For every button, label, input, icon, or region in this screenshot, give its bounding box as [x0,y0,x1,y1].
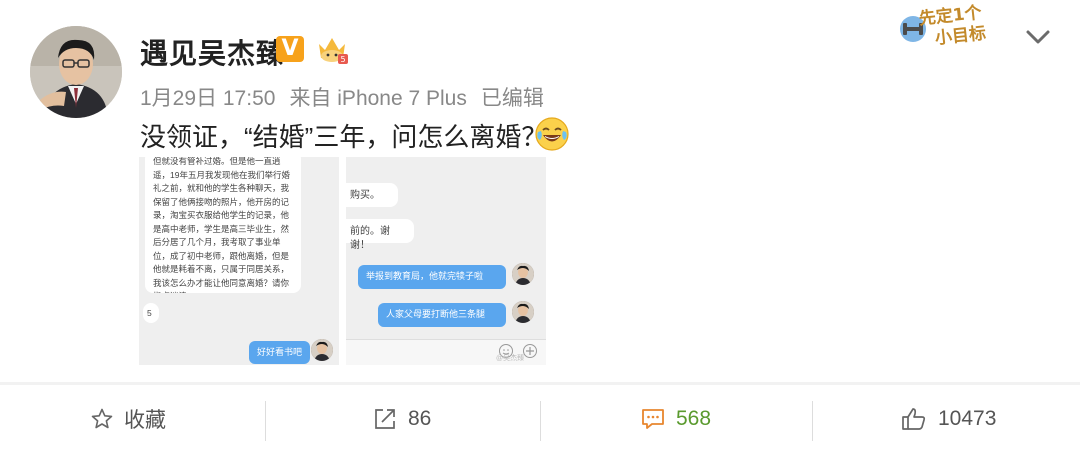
username[interactable]: 遇见吴杰臻 [140,32,285,72]
divider [540,401,541,441]
chat-avatar [512,301,534,323]
comment-count: 568 [676,406,712,430]
watermark: @吴杰臻 [496,355,525,362]
favorite-button[interactable]: 收藏 [90,385,166,452]
action-bar: 收藏 86 568 10473 [0,385,1080,452]
chat-reply-bubble: 好好看书吧 [249,341,311,364]
chevron-down-icon[interactable] [1024,26,1052,48]
divider [265,401,266,441]
laugh-cry-emoji-icon [535,117,569,151]
chat-screenshot-1[interactable]: 但就没有管补过婚。但是他一直逍遥，19年五月我发现他在我们举行婚礼之前，就和他的… [139,157,339,365]
member-crown-icon[interactable]: 5 [314,32,350,66]
like-count: 10473 [938,406,997,430]
post-text: 没领证，“结婚”三年，问怎么离婚？ [140,122,548,152]
post-time[interactable]: 1月29日 17:50 [140,87,275,110]
comment-button[interactable]: 568 [640,385,711,452]
chat-reply-1: 举报到教育局，他就完犊子啦 [358,265,506,289]
edited-label[interactable]: 已编辑 [481,87,544,110]
comment-icon [642,408,664,429]
verified-badge-icon: V [276,36,304,62]
goal-medal[interactable]: 先定1个 小目标 [898,3,998,54]
post-meta: 1月29日 17:50 来自 iPhone 7 Plus 已编辑 [140,82,558,112]
plus-icon [523,344,537,358]
divider [812,401,813,441]
chat-reply-2: 人家父母要打断他三条腿 [378,303,506,327]
chat-message-question: 但就没有管补过婚。但是他一直逍遥，19年五月我发现他在我们举行婚礼之前，就和他的… [145,157,301,293]
chat-message-partial-1: 购买。 [346,183,398,207]
chat-message-number: 5 [143,303,159,323]
post-source: 来自 iPhone 7 Plus [289,87,467,110]
share-icon [375,408,395,429]
user-avatar[interactable] [30,26,122,118]
favorite-label: 收藏 [124,408,166,432]
star-icon [91,408,113,428]
thumbs-up-icon [902,407,926,430]
chat-avatar [311,339,333,361]
repost-button[interactable]: 86 [372,385,431,452]
like-button[interactable]: 10473 [900,385,996,452]
repost-count: 86 [408,406,432,430]
svg-text:5: 5 [340,55,345,64]
chat-screenshot-2[interactable]: 购买。 前的。谢谢！ 举报到教育局，他就完犊子啦 人家父母要打断他三条腿 @吴杰… [346,157,546,365]
chat-message-partial-2: 前的。谢谢！ [346,219,414,251]
chat-avatar [512,263,534,285]
